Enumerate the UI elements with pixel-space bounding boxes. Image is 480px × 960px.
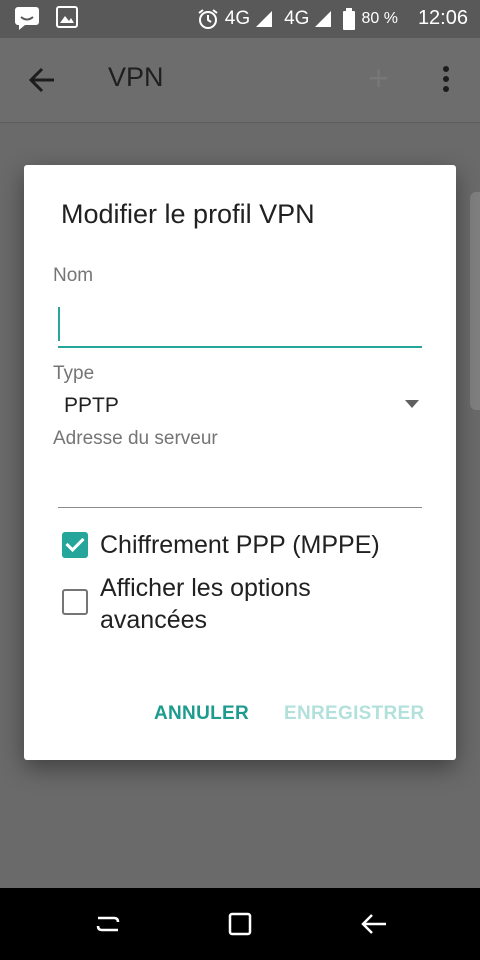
cancel-button[interactable]: ANNULER [154, 703, 249, 725]
mppe-checkbox[interactable] [62, 532, 88, 558]
network-type-1: 4G [224, 7, 251, 29]
name-field[interactable] [58, 302, 422, 348]
app-bar: VPN + [0, 38, 480, 123]
status-bar: 4G 4G 80 % 12:06 [0, 0, 480, 38]
recents-icon[interactable] [92, 908, 124, 940]
page-title: VPN [108, 62, 164, 92]
navigation-bar [0, 888, 480, 960]
notification-icons [14, 6, 78, 30]
battery-icon [343, 7, 356, 30]
type-select[interactable]: PPTP [64, 394, 119, 418]
mppe-label[interactable]: Chiffrement PPP (MPPE) [100, 529, 380, 561]
background-card-edge [470, 192, 480, 410]
network-type-2: 4G [284, 7, 310, 29]
save-button[interactable]: ENREGISTRER [284, 703, 425, 725]
home-icon[interactable] [224, 908, 256, 940]
edit-vpn-dialog: Modifier le profil VPN Nom Type PPTP Adr… [24, 165, 456, 760]
name-label: Nom [53, 265, 94, 286]
chat-icon [15, 7, 39, 30]
back-icon[interactable] [358, 908, 390, 940]
status-right: 4G 4G 80 % 12:06 [197, 7, 468, 30]
server-address-field[interactable] [58, 463, 422, 508]
more-vert-icon[interactable] [436, 66, 456, 98]
image-icon [56, 6, 78, 28]
text-cursor [58, 307, 60, 341]
signal-icon [256, 10, 273, 27]
advanced-options-label[interactable]: Afficher les options avancées [100, 572, 311, 636]
dialog-title: Modifier le profil VPN [61, 199, 315, 229]
plus-icon[interactable]: + [368, 60, 389, 96]
advanced-options-label-line1: Afficher les options [100, 574, 311, 602]
dropdown-arrow-icon[interactable] [405, 400, 419, 408]
advanced-options-checkbox[interactable] [62, 589, 88, 615]
battery-percent: 80 % [361, 9, 398, 27]
advanced-options-label-line2: avancées [100, 606, 208, 634]
type-label: Type [53, 363, 95, 384]
signal-icon [315, 10, 332, 27]
arrow-back-icon[interactable] [26, 60, 62, 100]
clock: 12:06 [417, 7, 468, 29]
server-label: Adresse du serveur [53, 428, 218, 449]
alarm-icon [198, 8, 218, 29]
